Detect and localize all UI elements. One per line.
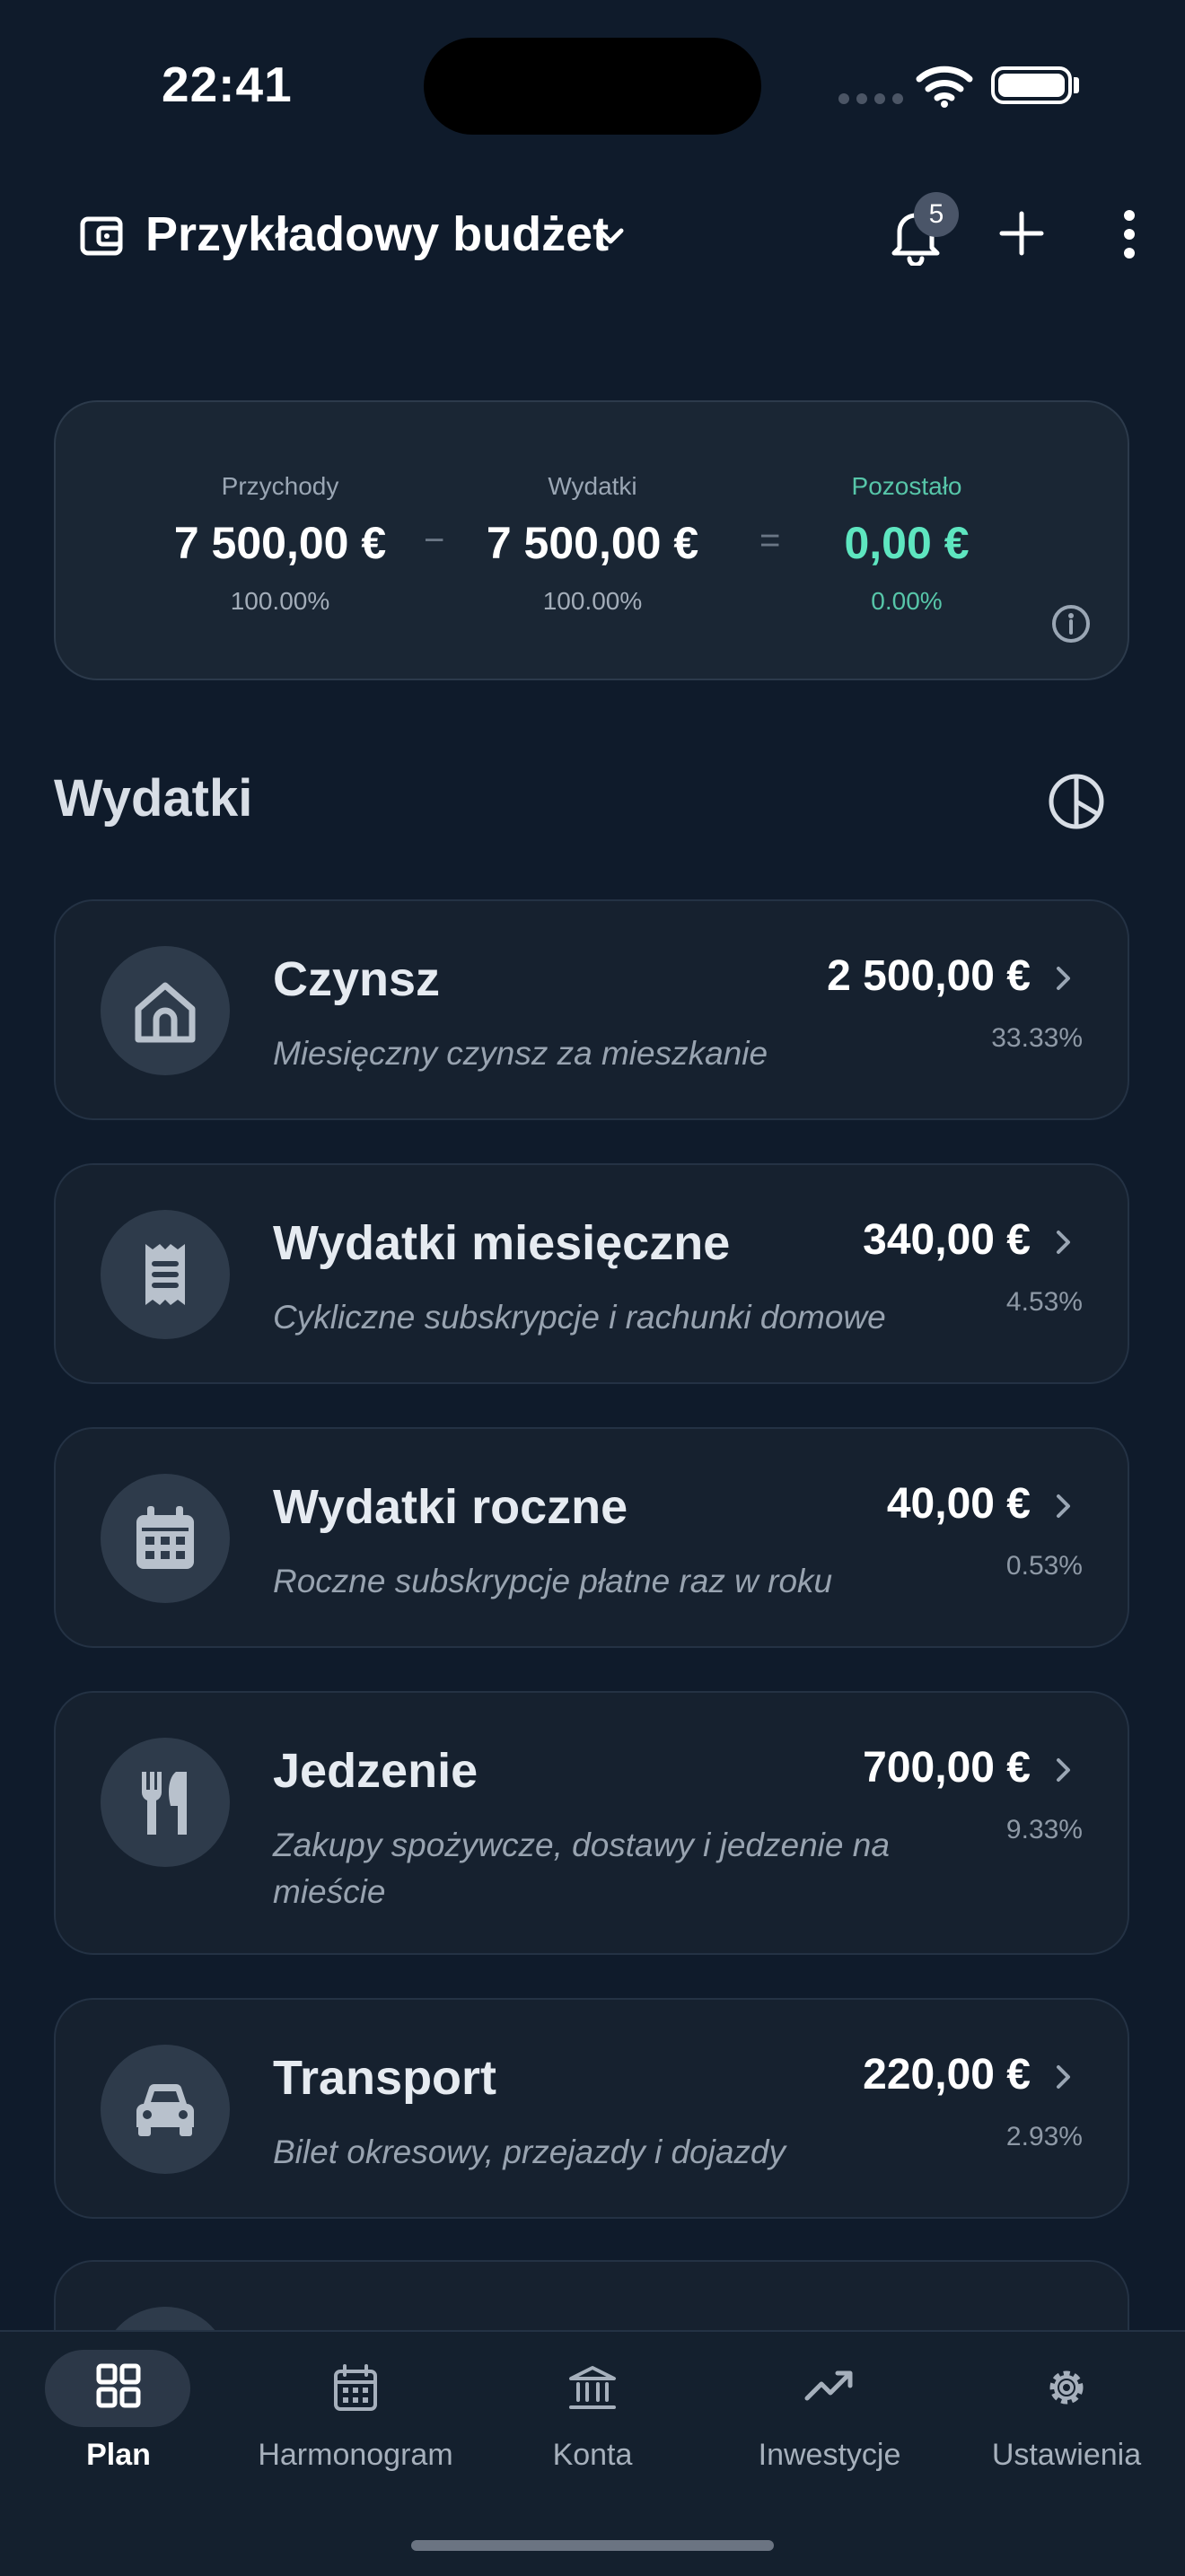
chevron-right-icon xyxy=(1054,964,1074,997)
nav-label: Harmonogram xyxy=(258,2438,453,2472)
income-percent: 100.00% xyxy=(230,587,330,615)
remaining-label: Pozostało xyxy=(851,472,962,500)
chevron-right-icon xyxy=(1054,1228,1074,1261)
budget-summary-card: Przychody 7 500,00 € 100.00% − Wydatki 7… xyxy=(54,400,1129,680)
section-title: Wydatki xyxy=(54,769,253,828)
category-amount: 220,00 € xyxy=(863,2051,1031,2098)
wallet-icon[interactable] xyxy=(79,215,124,261)
status-time: 22:41 xyxy=(162,57,293,112)
nav-item-harmonogram[interactable]: Harmonogram xyxy=(237,2332,474,2511)
fork-knife-icon xyxy=(101,1738,230,1867)
category-amount: 2 500,00 € xyxy=(827,952,1031,1000)
category-name: Jedzenie xyxy=(273,1744,478,1798)
nav-label: Konta xyxy=(552,2438,633,2472)
category-percent: 9.33% xyxy=(1005,1815,1083,1844)
category-card[interactable]: Wydatki roczne Roczne subskrypcje płatne… xyxy=(54,1427,1129,1648)
nav-label: Ustawienia xyxy=(991,2438,1142,2472)
category-percent: 33.33% xyxy=(991,1023,1083,1053)
category-description: Roczne subskrypcje płatne raz w roku xyxy=(273,1563,833,1599)
category-description: Cykliczne subskrypcje i rachunki domowe xyxy=(273,1299,886,1336)
category-description: Bilet okresowy, przejazdy i dojazdy xyxy=(273,2134,786,2170)
nav-label: Inwestycje xyxy=(758,2438,901,2472)
category-amount: 40,00 € xyxy=(886,1480,1031,1528)
car-icon xyxy=(101,2045,230,2174)
category-card[interactable]: Transport Bilet okresowy, przejazdy i do… xyxy=(54,1998,1129,2219)
category-description: Miesięczny czynsz za mieszkanie xyxy=(273,1035,768,1072)
home-indicator xyxy=(411,2540,774,2551)
chevron-right-icon xyxy=(1054,2063,1074,2096)
notification-badge: 5 xyxy=(914,192,959,237)
remaining-percent: 0.00% xyxy=(871,587,943,615)
dynamic-island xyxy=(424,38,761,135)
info-icon[interactable] xyxy=(1050,603,1092,649)
category-name: Czynsz xyxy=(273,952,441,1006)
category-description: Zakupy spożywcze, dostawy i jedzenie na … xyxy=(273,1827,890,1910)
expenses-label: Wydatki xyxy=(548,472,637,500)
chevron-right-icon xyxy=(1054,1756,1074,1789)
trending-up-icon xyxy=(711,2362,948,2409)
category-amount: 700,00 € xyxy=(863,1744,1031,1792)
category-card[interactable]: Jedzenie Zakupy spożywcze, dostawy i jed… xyxy=(54,1691,1129,1955)
nav-item-inwestycje[interactable]: Inwestycje xyxy=(711,2332,948,2511)
category-name: Wydatki roczne xyxy=(273,1480,628,1534)
grid-icon xyxy=(0,2362,237,2409)
nav-item-konta[interactable]: Konta xyxy=(474,2332,711,2511)
expenses-value: 7 500,00 € xyxy=(486,518,699,568)
category-percent: 4.53% xyxy=(1005,1287,1083,1317)
expenses-percent: 100.00% xyxy=(542,587,643,615)
chevron-right-icon xyxy=(1054,1492,1074,1525)
budget-selector-title[interactable]: Przykładowy budżet xyxy=(145,206,609,262)
nav-label: Plan xyxy=(86,2438,151,2472)
category-card[interactable]: Wydatki miesięczne Cykliczne subskrypcje… xyxy=(54,1163,1129,1384)
bottom-navigation: Plan Harmonogram Konta Inwestycje Ustawi… xyxy=(0,2330,1185,2576)
minus-sign: − xyxy=(424,521,445,560)
battery-tip xyxy=(1074,77,1079,93)
category-amount: 340,00 € xyxy=(863,1216,1031,1264)
category-name: Transport xyxy=(273,2051,497,2105)
equals-sign: = xyxy=(759,521,781,560)
pie-chart-icon[interactable] xyxy=(1047,772,1106,836)
gear-icon xyxy=(948,2362,1185,2413)
battery-icon xyxy=(991,66,1072,104)
more-vert-icon[interactable] xyxy=(1117,208,1142,265)
calendar-icon xyxy=(237,2362,474,2413)
add-icon[interactable] xyxy=(996,208,1047,263)
nav-item-ustawienia[interactable]: Ustawienia xyxy=(948,2332,1185,2511)
category-percent: 0.53% xyxy=(1005,1551,1083,1581)
calendar-icon xyxy=(101,1474,230,1603)
house-icon xyxy=(101,946,230,1075)
bank-icon xyxy=(474,2362,711,2413)
category-card[interactable]: Czynsz Miesięczny czynsz za mieszkanie 2… xyxy=(54,899,1129,1120)
income-label: Przychody xyxy=(221,472,339,500)
receipt-icon xyxy=(101,1210,230,1339)
wifi-icon xyxy=(916,65,973,112)
category-name: Wydatki miesięczne xyxy=(273,1216,731,1270)
remaining-value: 0,00 € xyxy=(844,518,970,568)
nav-item-plan[interactable]: Plan xyxy=(0,2332,237,2511)
income-value: 7 500,00 € xyxy=(173,518,387,568)
category-percent: 2.93% xyxy=(1005,2122,1083,2151)
signal-icon xyxy=(838,93,903,104)
chevron-down-icon[interactable] xyxy=(594,223,627,254)
